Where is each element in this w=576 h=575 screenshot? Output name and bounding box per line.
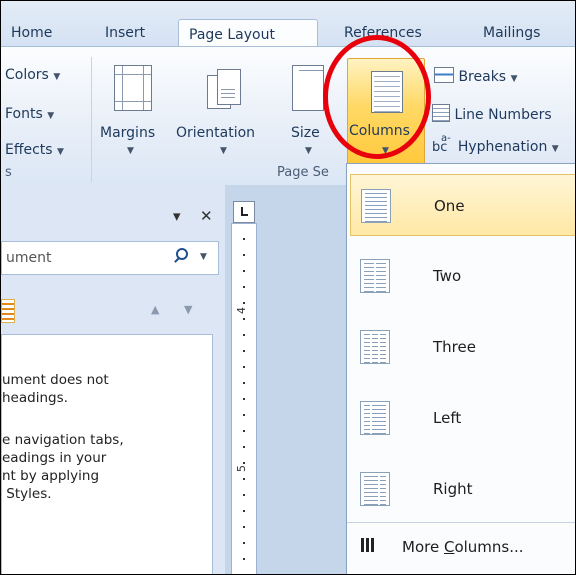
columns-option-label: One [434,197,465,215]
search-document-input[interactable]: ument ▼ [1,241,219,275]
ruler-mark: 5 [235,465,248,472]
size-label[interactable]: Size [291,125,320,141]
line-numbers-label: Line Numbers [454,107,552,123]
menu-separator [347,522,575,523]
chevron-down-icon[interactable]: ▼ [200,252,207,262]
three-columns-icon [360,330,390,364]
margins-label[interactable]: Margins [100,125,155,141]
chevron-down-icon: ▼ [57,147,64,157]
nav-message-line: ument does not [2,372,109,388]
nav-view-tabs: ▲ ▼ [1,297,225,327]
left-column-icon [360,401,390,435]
theme-effects-button[interactable]: Effects ▼ [5,142,64,158]
breaks-button[interactable]: Breaks ▼ [434,67,517,85]
group-separator [91,57,92,182]
columns-option-label: Left [433,409,462,427]
chevron-down-icon: ▼ [305,146,312,156]
chevron-down-icon: ▼ [510,74,518,84]
columns-menu: One Two Three Left Right More Columns... [346,163,575,574]
nav-message-line: eadings in your [2,450,107,466]
nav-pane-menu-icon[interactable]: ▾ [173,207,181,225]
line-numbers-button[interactable]: Line Numbers [432,104,552,123]
orientation-icon[interactable] [207,69,241,109]
orientation-label[interactable]: Orientation [176,125,255,141]
more-columns-label: More Columns... [402,538,524,556]
columns-option-three[interactable]: Three [350,316,575,378]
line-numbers-icon [432,104,450,122]
nav-message-line: headings. [2,390,68,406]
chevron-down-icon: ▼ [551,144,559,154]
columns-option-left[interactable]: Left [350,387,575,449]
theme-effects-label: Effects [5,142,53,158]
theme-fonts-button[interactable]: Fonts ▼ [5,106,54,122]
right-column-icon [360,472,390,506]
previous-heading-icon[interactable]: ▲ [151,303,159,316]
chevron-down-icon: ▼ [47,111,55,121]
vertical-ruler[interactable]: 4 5 [231,223,257,574]
themes-group-label: s [5,165,12,180]
ruler-mark: 4 [235,307,248,314]
columns-option-label: Right [433,480,473,498]
tab-page-layout[interactable]: Page Layout [178,19,318,49]
page-setup-group-label: Page Se [277,165,329,180]
chevron-down-icon: ▼ [220,146,227,156]
word-window: Home Insert Page Layout References Maili… [0,0,576,575]
hyphenation-button[interactable]: bc a- Hyphenation ▼ [432,133,559,155]
tab-selector-button[interactable] [233,201,255,223]
theme-fonts-label: Fonts [5,106,43,122]
nav-pane-content: ument does not headings. e navigation ta… [1,334,213,574]
next-heading-icon[interactable]: ▼ [184,303,192,316]
tab-insert[interactable]: Insert [105,25,145,41]
tab-mailings[interactable]: Mailings [483,25,540,41]
breaks-label: Breaks [458,69,507,85]
chevron-down-icon: ▼ [127,146,134,156]
browse-headings-tab-icon[interactable] [1,299,15,323]
columns-option-label: Three [433,338,476,356]
nav-message-line: e navigation tabs, [2,432,124,448]
more-columns-icon [361,538,375,552]
nav-message-line: nt by applying [2,468,100,484]
columns-option-two[interactable]: Two [350,245,575,307]
search-icon[interactable] [174,248,188,263]
highlight-ring [323,35,431,159]
close-icon[interactable]: ✕ [200,207,213,225]
breaks-icon [434,67,454,83]
search-input-text: ument [6,250,52,266]
ribbon-tab-bar: Home Insert Page Layout References Maili… [1,1,575,49]
chevron-down-icon: ▼ [53,72,61,82]
nav-pane-title-bar: ▾ ✕ [1,201,225,231]
hyphenation-icon: bc a- [432,133,451,155]
columns-option-right[interactable]: Right [350,458,575,520]
one-column-icon [361,189,391,223]
size-icon[interactable] [292,65,324,111]
columns-option-one[interactable]: One [350,174,575,236]
columns-option-label: Two [433,267,462,285]
theme-colors-button[interactable]: Colors ▼ [5,67,60,83]
margins-icon[interactable] [114,65,152,111]
tab-home[interactable]: Home [11,25,52,41]
theme-colors-label: Colors [5,67,49,83]
nav-message-line: Styles. [2,486,52,502]
hyphenation-label: Hyphenation [457,139,548,155]
two-columns-icon [360,259,390,293]
more-columns-button[interactable]: More Columns... [347,524,575,572]
